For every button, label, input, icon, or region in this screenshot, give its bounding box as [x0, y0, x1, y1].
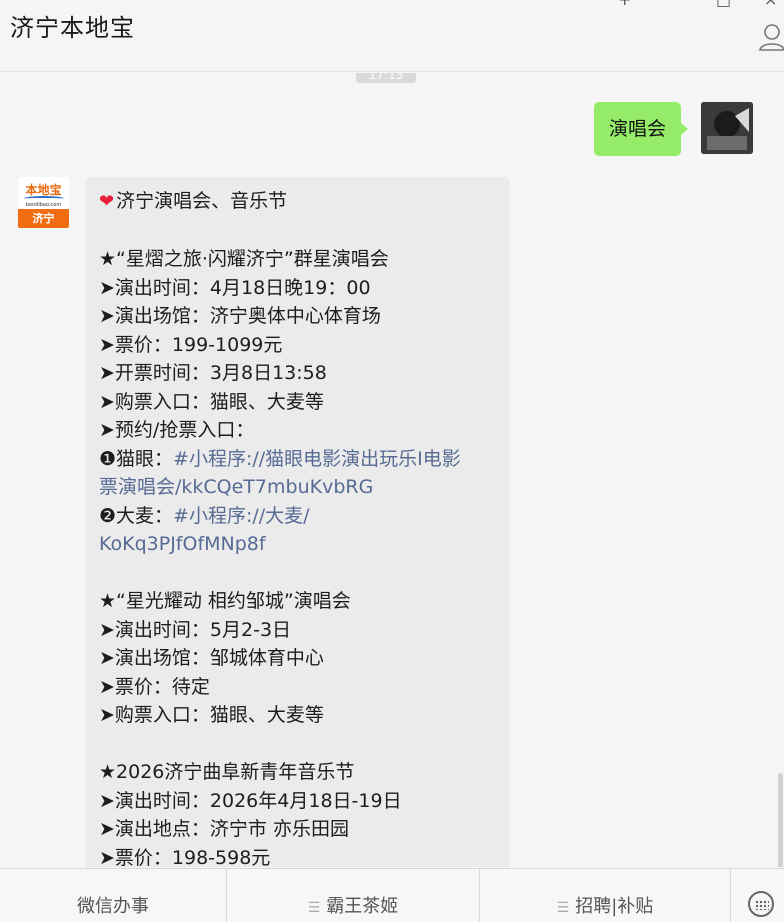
chat-window: 济宁本地宝 + □ × 17:13 演唱会 本地宝 bendibao.com	[0, 0, 784, 922]
line-text: ➤购票入口：猫眼、大麦等	[99, 390, 324, 413]
line-text: ➤票价：待定	[99, 675, 210, 698]
menu-item-label: 微信办事	[77, 896, 149, 917]
line-prefix: ❶猫眼：	[99, 447, 174, 470]
mini-program-link[interactable]: KoKq3PJfOfMNp8f	[99, 533, 266, 555]
line-text: ➤演出场馆：济宁奥体中心体育场	[99, 305, 381, 327]
message-line: ➤演出场馆：济宁奥体中心体育场	[99, 302, 498, 331]
logo-domain: bendibao.com	[25, 202, 62, 208]
line-text: ★“星光耀动 相约邹城”演唱会	[99, 590, 351, 612]
message-line: ➤演出地点：济宁市 亦乐田园	[99, 815, 498, 844]
line-prefix: ❷大麦：	[99, 504, 174, 527]
message-line: ❤ 济宁演唱会、音乐节	[99, 187, 498, 217]
close-icon[interactable]: ×	[764, 0, 777, 8]
line-text: ★“星熠之旅·闪耀济宁”群星演唱会	[99, 248, 389, 270]
logo-name: 本地宝	[25, 183, 62, 197]
maximize-icon[interactable]: □	[716, 0, 731, 8]
message-line: ❶猫眼：#小程序://猫眼电影演出玩乐I电影	[99, 445, 498, 474]
message-line: KoKq3PJfOfMNp8f	[99, 530, 498, 559]
mini-program-link[interactable]: #小程序://大麦/	[173, 505, 310, 527]
line-text: ➤票价：199-1099元	[99, 333, 283, 356]
menu-item-tea-brand[interactable]: ☰ 霸王茶姬	[227, 869, 480, 922]
message-line: 票演唱会/kkCQeT7mbuKvbRG	[99, 473, 498, 502]
outgoing-message-bubble[interactable]: 演唱会	[594, 102, 689, 156]
chat-area[interactable]: 17:13 演唱会 本地宝 bendibao.com 济宁 ❤ 济宁演唱会、音乐节…	[0, 73, 784, 867]
avatar-photo-icon	[701, 102, 753, 154]
mini-program-link[interactable]: 票演唱会/kkCQeT7mbuKvbRG	[99, 476, 373, 498]
line-text: ➤演出地点：济宁市 亦乐田园	[99, 818, 349, 840]
menu-item-wechat-services[interactable]: 微信办事	[0, 869, 227, 922]
message-line: ➤演出时间：5月2-3日	[99, 616, 498, 645]
message-timestamp: 17:13	[356, 73, 416, 83]
line-text: ➤演出场馆：邹城体育中心	[99, 647, 324, 669]
message-line	[99, 559, 498, 588]
profile-icon[interactable]	[758, 22, 784, 52]
menu-item-label: 招聘|补贴	[575, 896, 654, 917]
logo-city: 济宁	[18, 209, 69, 228]
message-line: ➤开票时间：3月8日13:58	[99, 359, 498, 388]
line-text: ➤演出时间：5月2-3日	[99, 618, 292, 641]
message-line: ➤预约/抢票入口：	[99, 416, 498, 445]
keyboard-toggle-button[interactable]	[731, 869, 784, 922]
logo-top: 本地宝 bendibao.com	[18, 177, 69, 209]
heart-icon: ❤	[99, 191, 115, 212]
message-line: ★2026济宁曲阜新青年音乐节	[99, 758, 498, 787]
line-text: ★2026济宁曲阜新青年音乐节	[99, 761, 355, 783]
bottom-menu: 微信办事 ☰ 霸王茶姬 ☰ 招聘|补贴	[0, 868, 784, 922]
submenu-icon: ☰	[307, 900, 321, 916]
message-line: ➤演出场馆：邹城体育中心	[99, 644, 498, 673]
message-line: ❷大麦：#小程序://大麦/	[99, 502, 498, 531]
message-line: ➤演出时间：4月18日晚19：00	[99, 274, 498, 303]
message-line	[99, 217, 498, 246]
line-text: ➤预约/抢票入口：	[99, 419, 255, 441]
line-text: ➤购票入口：猫眼、大麦等	[99, 704, 324, 726]
official-account-avatar[interactable]: 本地宝 bendibao.com 济宁	[18, 177, 69, 228]
my-avatar[interactable]	[701, 102, 753, 154]
message-line: ★“星熠之旅·闪耀济宁”群星演唱会	[99, 245, 498, 274]
keyboard-icon	[748, 891, 774, 917]
message-line: ➤购票入口：猫眼、大麦等	[99, 388, 498, 417]
chat-title: 济宁本地宝	[10, 14, 135, 42]
line-text: ➤演出时间：4月18日晚19：00	[99, 276, 371, 299]
incoming-message-bubble[interactable]: ❤ 济宁演唱会、音乐节 ★“星熠之旅·闪耀济宁”群星演唱会 ➤演出时间：4月18日晚1…	[86, 177, 510, 867]
message-line: ★“星光耀动 相约邹城”演唱会	[99, 587, 498, 616]
message-line: ➤演出时间：2026年4月18日-19日	[99, 787, 498, 816]
pin-icon[interactable]: +	[618, 0, 631, 8]
chat-header: 济宁本地宝 + □ ×	[0, 0, 784, 72]
menu-item-label: 霸王茶姬	[326, 896, 399, 917]
message-line: ➤票价：待定	[99, 673, 498, 702]
line-text: 济宁演唱会、音乐节	[116, 190, 288, 212]
chat-scrollbar[interactable]	[778, 773, 783, 867]
message-line: ➤票价：198-598元	[99, 844, 498, 868]
submenu-icon: ☰	[556, 900, 570, 916]
line-text: ➤演出时间：2026年4月18日-19日	[99, 789, 402, 812]
mini-program-link[interactable]: #小程序://猫眼电影演出玩乐I电影	[173, 448, 461, 470]
message-line: ➤购票入口：猫眼、大麦等	[99, 701, 498, 730]
line-text: ➤票价：198-598元	[99, 846, 271, 868]
message-line	[99, 730, 498, 759]
logo-swoosh-icon	[24, 196, 64, 201]
message-line: ➤票价：199-1099元	[99, 331, 498, 360]
line-text: ➤开票时间：3月8日13:58	[99, 362, 327, 384]
menu-item-jobs-subsidy[interactable]: ☰ 招聘|补贴	[480, 869, 731, 922]
